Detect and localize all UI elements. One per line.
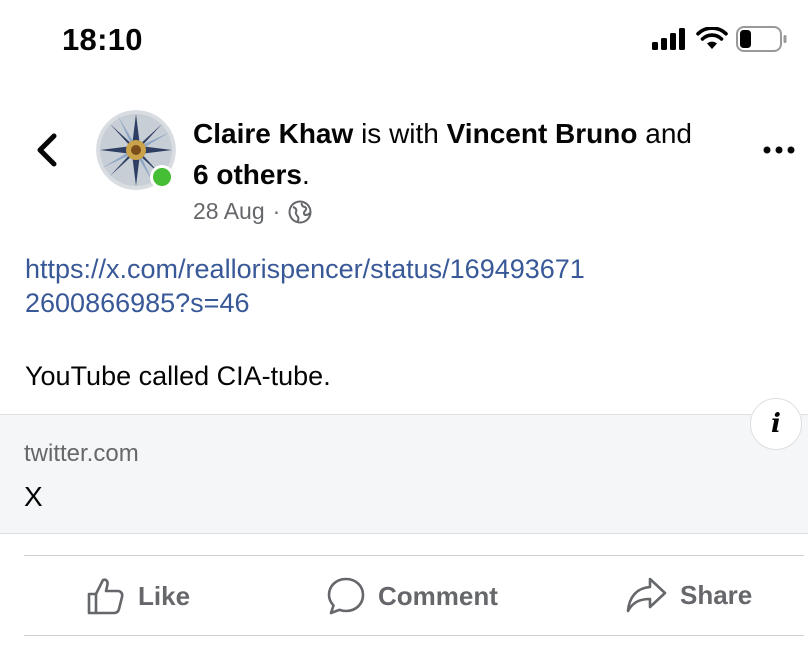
like-label: Like bbox=[138, 580, 191, 611]
thumbs-up-icon bbox=[87, 578, 124, 615]
post-text: YouTube called CIA-tube. bbox=[25, 361, 331, 391]
comment-label: Comment bbox=[378, 580, 498, 611]
period: . bbox=[301, 159, 310, 190]
divider-bottom bbox=[24, 635, 804, 636]
preview-domain: twitter.com bbox=[24, 440, 139, 467]
wifi-icon bbox=[696, 27, 728, 49]
signal-icon bbox=[652, 28, 685, 50]
comment-button[interactable]: Comment bbox=[326, 576, 498, 616]
more-options-icon[interactable] bbox=[762, 140, 796, 160]
share-label: Share bbox=[680, 579, 753, 610]
with-text: is with bbox=[361, 118, 439, 149]
post-header: Claire Khaw is with Vincent Bruno and 6 … bbox=[193, 113, 713, 195]
back-chevron-icon[interactable] bbox=[32, 130, 62, 170]
status-icons bbox=[652, 26, 788, 52]
share-arrow-icon bbox=[626, 577, 667, 613]
post-date[interactable]: 28 Aug bbox=[193, 198, 265, 225]
like-button[interactable]: Like bbox=[86, 576, 190, 616]
globe-icon bbox=[288, 200, 312, 223]
author-name[interactable]: Claire Khaw bbox=[193, 118, 353, 149]
tagged-name[interactable]: Vincent Bruno bbox=[447, 118, 638, 149]
others-link[interactable]: 6 others bbox=[193, 159, 302, 190]
and-text: and bbox=[645, 118, 692, 149]
info-icon: i bbox=[771, 409, 781, 439]
action-bar: Like Comment Share bbox=[0, 556, 808, 636]
battery-icon bbox=[736, 26, 787, 52]
meta-separator: · bbox=[272, 198, 281, 224]
post-link[interactable]: https://x.com/reallorispencer/status/169… bbox=[25, 252, 585, 320]
online-status-dot bbox=[150, 165, 174, 189]
status-time: 18:10 bbox=[62, 22, 143, 57]
preview-title: X bbox=[24, 481, 43, 512]
info-button[interactable]: i bbox=[750, 398, 802, 450]
link-preview[interactable]: twitter.com X bbox=[0, 414, 808, 534]
post-meta: 28 Aug · bbox=[193, 198, 312, 225]
share-button[interactable]: Share bbox=[626, 576, 752, 614]
comment-icon bbox=[327, 577, 365, 615]
